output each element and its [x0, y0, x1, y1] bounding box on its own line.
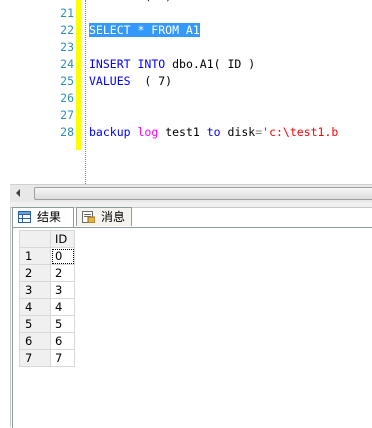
code-line[interactable]: 22 SELECT * FROM A1: [10, 22, 372, 39]
code-token: ( 6): [131, 0, 172, 3]
results-pane: ID 10223344556677: [12, 227, 372, 428]
row-header[interactable]: 3: [19, 281, 51, 299]
code-token: VALUES: [89, 74, 131, 88]
column-header-id[interactable]: ID: [50, 230, 75, 248]
code-token: dbo.A1( ID ): [165, 57, 256, 71]
table-row[interactable]: 10: [19, 247, 75, 265]
row-header[interactable]: 6: [19, 332, 51, 350]
code-token: backup: [89, 125, 131, 139]
code-line[interactable]: 25 VALUES ( 7): [10, 73, 372, 90]
line-number: 28: [60, 125, 74, 139]
code-token: INTO: [137, 57, 166, 71]
tab-results-label: 结果: [37, 210, 62, 224]
line-number: 24: [60, 57, 74, 71]
code-token: 'c:\test1.b: [262, 125, 339, 139]
grid-cell[interactable]: 3: [50, 281, 75, 299]
code-token: VALUES: [89, 0, 131, 3]
row-header[interactable]: 7: [19, 349, 51, 367]
results-grid[interactable]: ID 10223344556677: [19, 230, 75, 367]
table-row[interactable]: 55: [19, 315, 75, 333]
code-line[interactable]: 24 INSERT INTO dbo.A1( ID ): [10, 56, 372, 73]
row-header[interactable]: 5: [19, 315, 51, 333]
code-token: ( 7): [130, 74, 173, 88]
scroll-left-arrow-icon[interactable]: [16, 189, 20, 197]
line-number: 27: [60, 108, 74, 122]
row-header[interactable]: 2: [19, 264, 51, 282]
grid-cell[interactable]: 0: [50, 247, 75, 265]
tab-results[interactable]: 结果: [12, 207, 74, 227]
grid-cell[interactable]: 4: [50, 298, 75, 316]
table-row[interactable]: 77: [19, 349, 75, 367]
code-token: test1: [158, 125, 207, 139]
code-line[interactable]: 21: [10, 5, 372, 22]
code-line[interactable]: 26: [10, 90, 372, 107]
row-header[interactable]: 1: [19, 247, 51, 265]
code-token: INSERT: [89, 57, 131, 71]
code-token: to: [206, 125, 221, 139]
line-number: 22: [60, 23, 74, 37]
code-token: log: [137, 125, 159, 139]
code-line[interactable]: 27: [10, 107, 372, 124]
table-row[interactable]: 22: [19, 264, 75, 282]
table-row[interactable]: 66: [19, 332, 75, 350]
code-text[interactable]: INSERT INTO dbo.A1( ID ): [89, 56, 255, 73]
code-text[interactable]: VALUES ( 7): [89, 73, 172, 90]
selected-code: SELECT * FROM A1: [89, 23, 200, 37]
code-line[interactable]: 23: [10, 39, 372, 56]
line-number: 26: [60, 91, 74, 105]
grid-cell[interactable]: 6: [50, 332, 75, 350]
grid-header-row: ID: [19, 230, 75, 248]
line-number: 25: [60, 74, 74, 88]
messages-icon: [82, 211, 95, 223]
results-grid-icon: [18, 211, 31, 223]
grid-cell[interactable]: 5: [50, 315, 75, 333]
code-token: disk: [220, 125, 256, 139]
table-row[interactable]: 33: [19, 281, 75, 299]
grid-cell[interactable]: 2: [50, 264, 75, 282]
left-frame: [0, 207, 11, 427]
editor-horizontal-scrollbar[interactable]: [10, 184, 372, 202]
table-row[interactable]: 44: [19, 298, 75, 316]
tab-messages-label: 消息: [101, 210, 126, 224]
line-number: 21: [60, 6, 74, 20]
line-number: 23: [60, 40, 74, 54]
code-text[interactable]: backup log test1 to disk='c:\test1.b: [89, 124, 338, 141]
code-text[interactable]: SELECT * FROM A1: [89, 22, 200, 39]
code-line[interactable]: 28 backup log test1 to disk='c:\test1.b: [10, 124, 372, 141]
tab-messages[interactable]: 消息: [76, 207, 132, 226]
scrollbar-thumb[interactable]: [34, 187, 372, 200]
grid-corner[interactable]: [19, 230, 51, 248]
sql-editor[interactable]: 20VALUES ( 6)2122SELECT * FROM A12324INS…: [10, 0, 372, 184]
results-tabs: 结果 消息: [12, 207, 372, 227]
grid-cell[interactable]: 7: [50, 349, 75, 367]
row-header[interactable]: 4: [19, 298, 51, 316]
